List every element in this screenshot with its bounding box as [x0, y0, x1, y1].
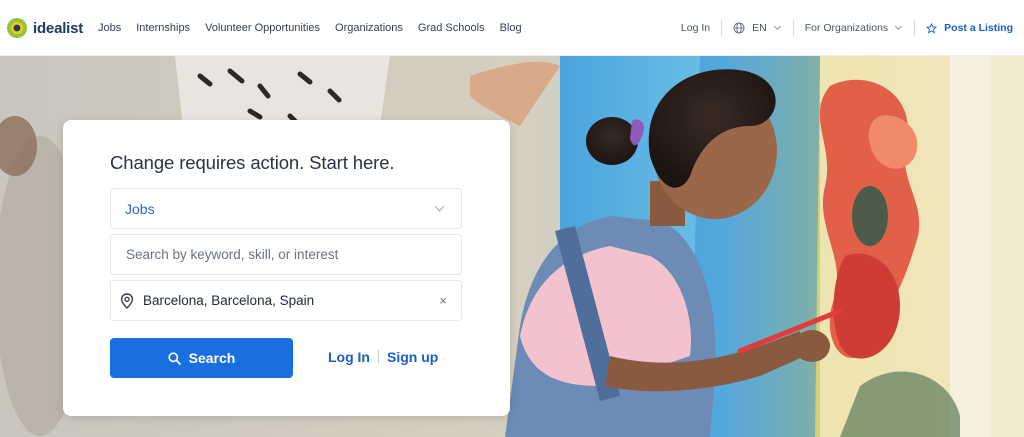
- auth-divider: [378, 350, 379, 364]
- chevron-down-icon: [895, 22, 903, 31]
- primary-nav: Jobs Internships Volunteer Opportunities…: [98, 0, 522, 56]
- star-icon: [926, 22, 938, 34]
- search-card: Change requires action. Start here. Jobs…: [63, 120, 510, 416]
- post-listing-label: Post a Listing: [944, 22, 1013, 34]
- location-pin-icon: [120, 292, 134, 309]
- language-label: EN: [752, 22, 767, 34]
- search-icon: [168, 351, 181, 365]
- card-login-link[interactable]: Log In: [328, 349, 370, 365]
- idealist-logo[interactable]: idealist: [6, 17, 83, 39]
- chevron-down-icon: [773, 22, 781, 31]
- close-icon[interactable]: ×: [439, 293, 447, 309]
- language-selector[interactable]: EN: [733, 22, 782, 34]
- listing-type-selected-value: Jobs: [125, 200, 155, 217]
- globe-icon: [733, 22, 745, 34]
- nav-link-volunteer-opportunities[interactable]: Volunteer Opportunities: [205, 22, 320, 34]
- keyword-field: [110, 234, 462, 275]
- nav-link-blog[interactable]: Blog: [500, 22, 522, 34]
- logo-wordmark: idealist: [33, 19, 84, 37]
- for-organizations-menu[interactable]: For Organizations: [805, 22, 903, 34]
- nav-link-grad-schools[interactable]: Grad Schools: [418, 22, 485, 34]
- chevron-down-icon: [434, 201, 445, 212]
- listing-type-dropdown[interactable]: Jobs: [110, 188, 462, 229]
- top-navigation: idealist Jobs Internships Volunteer Oppo…: [0, 0, 1024, 56]
- nav-link-internships[interactable]: Internships: [136, 22, 190, 34]
- card-signup-link[interactable]: Sign up: [387, 349, 438, 365]
- post-listing-link[interactable]: Post a Listing: [926, 22, 1013, 34]
- search-button-label: Search: [188, 350, 236, 366]
- nav-divider: [914, 20, 916, 36]
- nav-login-link[interactable]: Log In: [681, 22, 710, 34]
- nav-link-organizations[interactable]: Organizations: [335, 22, 403, 34]
- keyword-search-input[interactable]: [111, 235, 461, 274]
- for-organizations-label: For Organizations: [804, 22, 889, 34]
- nav-link-jobs[interactable]: Jobs: [98, 22, 121, 34]
- nav-divider: [721, 20, 723, 36]
- idealist-logo-icon: [7, 18, 27, 38]
- location-value: Barcelona, Barcelona, Spain: [143, 293, 315, 308]
- search-button[interactable]: Search: [110, 338, 293, 378]
- nav-divider: [792, 20, 794, 36]
- search-card-title: Change requires action. Start here.: [110, 152, 395, 173]
- secondary-nav: Log In EN For Organizations Post a Listi…: [681, 0, 1013, 56]
- location-field[interactable]: Barcelona, Barcelona, Spain ×: [110, 280, 462, 321]
- auth-links: Log In Sign up: [328, 349, 438, 365]
